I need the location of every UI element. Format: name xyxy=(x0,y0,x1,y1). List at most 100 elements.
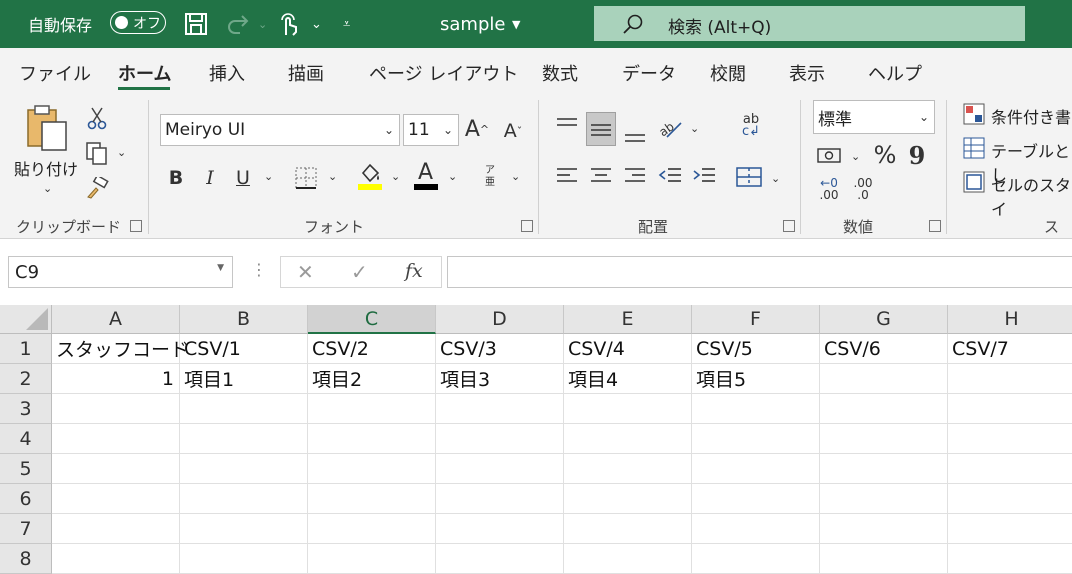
cell-c3[interactable] xyxy=(308,394,436,424)
tab-review[interactable]: 校閲 xyxy=(710,60,746,86)
cell-a2[interactable]: 1 xyxy=(52,364,180,394)
number-launcher-icon[interactable] xyxy=(929,220,941,232)
cell-c8[interactable] xyxy=(308,544,436,574)
font-name-select[interactable]: Meiryo UI ⌄ xyxy=(160,114,400,146)
column-header-h[interactable]: H xyxy=(948,305,1072,334)
save-icon[interactable] xyxy=(184,0,208,48)
cell-f6[interactable] xyxy=(692,484,820,514)
conditional-formatting-label[interactable]: 条件付き書 xyxy=(991,104,1071,128)
cell-d5[interactable] xyxy=(436,454,564,484)
align-top-icon[interactable] xyxy=(554,114,580,138)
autosave-toggle[interactable]: オフ xyxy=(110,11,166,34)
font-color-dropdown-icon[interactable]: ⌄ xyxy=(448,170,457,183)
cell-h1[interactable]: CSV/7 xyxy=(948,334,1072,364)
cell-e5[interactable] xyxy=(564,454,692,484)
cell-f2[interactable]: 項目5 xyxy=(692,364,820,394)
number-format-select[interactable]: 標準 ⌄ xyxy=(813,100,935,134)
cell-a3[interactable] xyxy=(52,394,180,424)
cell-f4[interactable] xyxy=(692,424,820,454)
cell-f7[interactable] xyxy=(692,514,820,544)
column-header-f[interactable]: F xyxy=(692,305,820,334)
cell-g4[interactable] xyxy=(820,424,948,454)
merge-center-icon[interactable] xyxy=(734,164,764,190)
cell-g7[interactable] xyxy=(820,514,948,544)
cut-icon[interactable] xyxy=(86,106,108,130)
cell-g2[interactable] xyxy=(820,364,948,394)
tab-insert[interactable]: 挿入 xyxy=(209,60,245,86)
cell-d7[interactable] xyxy=(436,514,564,544)
cell-g8[interactable] xyxy=(820,544,948,574)
decrease-indent-icon[interactable] xyxy=(656,162,684,190)
touch-mode-icon[interactable] xyxy=(278,0,300,48)
align-left-icon[interactable] xyxy=(554,162,580,190)
enter-icon[interactable]: ✓ xyxy=(351,260,368,284)
cell-c5[interactable] xyxy=(308,454,436,484)
align-bottom-icon[interactable] xyxy=(622,122,648,146)
wrap-text-icon[interactable]: ab c↲ xyxy=(736,110,766,142)
cell-c6[interactable] xyxy=(308,484,436,514)
phonetic-guide-icon[interactable]: ア亜 xyxy=(478,162,502,192)
conditional-formatting-icon[interactable] xyxy=(962,102,986,126)
insert-function-button[interactable]: fx xyxy=(405,260,423,282)
select-all-button[interactable] xyxy=(0,305,52,334)
redo-icon[interactable] xyxy=(226,0,252,48)
italic-button[interactable]: I xyxy=(198,164,222,192)
worksheet-grid[interactable]: A B C D E F G H 1 スタッフコード CSV/1 CSV/2 CSV/3 CSV/4 CSV/… xyxy=(0,305,1072,574)
cell-g1[interactable]: CSV/6 xyxy=(820,334,948,364)
name-box[interactable]: C9 ▼ xyxy=(8,256,233,288)
cell-d3[interactable] xyxy=(436,394,564,424)
alignment-launcher-icon[interactable] xyxy=(783,220,795,232)
row-header-8[interactable]: 8 xyxy=(0,544,52,574)
orientation-dropdown-icon[interactable]: ⌄ xyxy=(690,122,699,135)
format-painter-icon[interactable] xyxy=(84,176,110,200)
increase-font-size-button[interactable]: A ^ xyxy=(464,114,490,144)
paste-label[interactable]: 貼り付け xyxy=(14,156,78,180)
cell-g5[interactable] xyxy=(820,454,948,484)
cell-a1[interactable]: スタッフコード xyxy=(52,334,189,364)
borders-icon[interactable] xyxy=(292,164,320,192)
paste-dropdown-icon[interactable]: ⌄ xyxy=(43,182,52,195)
cell-a8[interactable] xyxy=(52,544,180,574)
cell-e7[interactable] xyxy=(564,514,692,544)
fill-color-dropdown-icon[interactable]: ⌄ xyxy=(391,170,400,183)
name-box-dropdown-icon[interactable]: ▼ xyxy=(217,263,224,273)
file-name-dropdown-icon[interactable]: ▼ xyxy=(512,0,520,48)
cell-h6[interactable] xyxy=(948,484,1072,514)
customize-toolbar-icon[interactable]: ⩡ xyxy=(343,0,350,48)
align-middle-icon[interactable] xyxy=(586,112,616,146)
underline-button[interactable]: U xyxy=(231,164,255,192)
file-name[interactable]: sample xyxy=(440,0,505,48)
cell-b4[interactable] xyxy=(180,424,308,454)
cell-e6[interactable] xyxy=(564,484,692,514)
cancel-icon[interactable]: ✕ xyxy=(297,260,314,284)
tab-data[interactable]: データ xyxy=(622,60,676,86)
align-right-icon[interactable] xyxy=(622,162,648,190)
cell-d4[interactable] xyxy=(436,424,564,454)
redo-dropdown-icon[interactable]: ⌄ xyxy=(258,0,267,48)
cell-d1[interactable]: CSV/3 xyxy=(436,334,564,364)
cell-f8[interactable] xyxy=(692,544,820,574)
tab-formulas[interactable]: 数式 xyxy=(542,60,578,86)
column-header-b[interactable]: B xyxy=(180,305,308,334)
phonetic-dropdown-icon[interactable]: ⌄ xyxy=(511,170,520,183)
column-header-a[interactable]: A xyxy=(52,305,180,334)
accounting-dropdown-icon[interactable]: ⌄ xyxy=(851,150,860,163)
cell-e4[interactable] xyxy=(564,424,692,454)
copy-dropdown-icon[interactable]: ⌄ xyxy=(117,146,126,159)
tab-file[interactable]: ファイル xyxy=(19,60,91,86)
search-box[interactable]: 検索 (Alt+Q) xyxy=(594,6,1025,41)
cell-b1[interactable]: CSV/1 xyxy=(180,334,308,364)
clipboard-launcher-icon[interactable] xyxy=(130,220,142,232)
cell-d2[interactable]: 項目3 xyxy=(436,364,564,394)
cell-f1[interactable]: CSV/5 xyxy=(692,334,820,364)
cell-c7[interactable] xyxy=(308,514,436,544)
cell-a6[interactable] xyxy=(52,484,180,514)
font-size-select[interactable]: 11 ⌄ xyxy=(403,114,459,146)
cell-e8[interactable] xyxy=(564,544,692,574)
row-header-5[interactable]: 5 xyxy=(0,454,52,484)
cell-h3[interactable] xyxy=(948,394,1072,424)
underline-dropdown-icon[interactable]: ⌄ xyxy=(264,170,273,183)
column-header-d[interactable]: D xyxy=(436,305,564,334)
cell-b8[interactable] xyxy=(180,544,308,574)
cell-h2[interactable] xyxy=(948,364,1072,394)
